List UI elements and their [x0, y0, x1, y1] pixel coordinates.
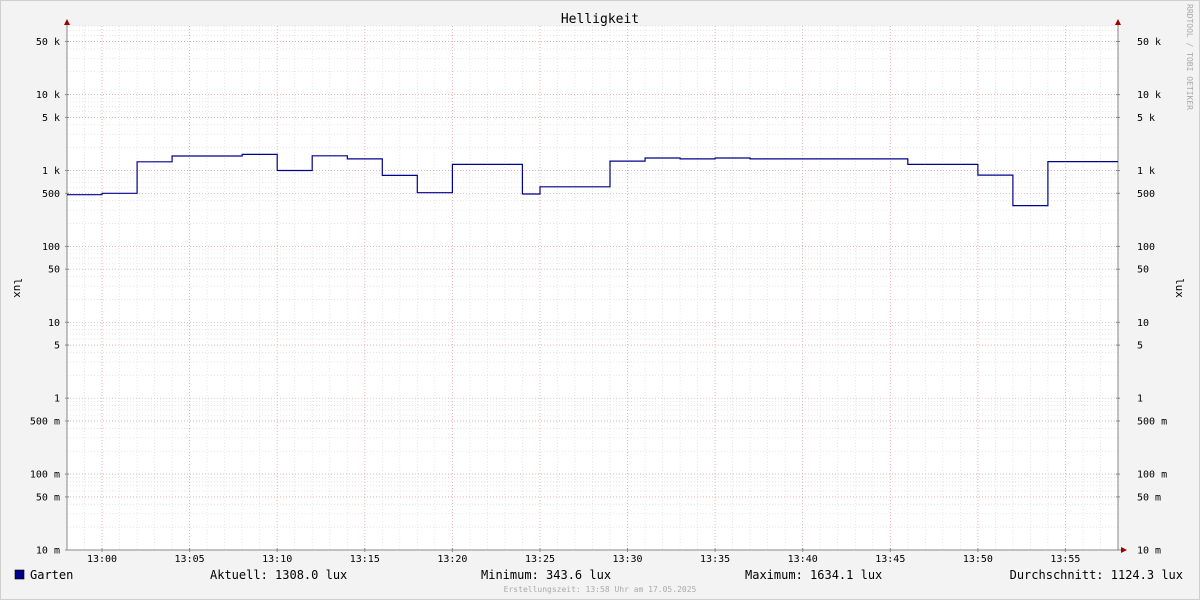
chart-title: Helligkeit	[561, 12, 639, 27]
x-tick-label: 13:45	[875, 554, 905, 565]
x-tick-label: 13:25	[525, 554, 555, 565]
y-tick-label-left: 10 m	[36, 546, 60, 557]
x-tick-label: 13:20	[437, 554, 467, 565]
y-tick-label-left: 500	[42, 189, 60, 200]
y-tick-label-right: 1	[1137, 394, 1143, 405]
y-tick-label-right: 5 k	[1137, 113, 1155, 124]
legend-minimum: Minimum: 343.6 lux	[481, 568, 611, 582]
y-tick-label-left: 500 m	[30, 417, 60, 428]
x-tick-label: 13:55	[1050, 554, 1080, 565]
x-tick-label: 13:35	[700, 554, 730, 565]
y-tick-label-left: 100 m	[30, 470, 60, 481]
legend-average: Durchschnitt: 1124.3 lux	[1010, 568, 1183, 582]
chart-container: Helligkeit lux lux RRDTOOL / TOBI OETIKE…	[0, 0, 1200, 600]
rrdtool-watermark: RRDTOOL / TOBI OETIKER	[1185, 4, 1194, 110]
y-tick-label-right: 50	[1137, 265, 1149, 276]
y-tick-label-left: 100	[42, 242, 60, 253]
brightness-chart: Helligkeit lux lux RRDTOOL / TOBI OETIKE…	[0, 0, 1200, 600]
y-axis-label-right: lux	[1173, 278, 1186, 298]
y-tick-label-right: 100 m	[1137, 470, 1167, 481]
legend-series-name: Garten	[30, 568, 73, 582]
y-tick-label-right: 10 m	[1137, 546, 1161, 557]
legend-swatch-garten	[14, 569, 25, 580]
y-tick-label-left: 10	[48, 318, 60, 329]
legend-maximum: Maximum: 1634.1 lux	[745, 568, 882, 582]
y-tick-label-right: 10 k	[1137, 90, 1161, 101]
y-axis-label-left: lux	[11, 278, 24, 298]
y-tick-label-left: 1	[54, 394, 60, 405]
y-tick-label-left: 5 k	[42, 113, 60, 124]
x-tick-label: 13:05	[175, 554, 205, 565]
creation-time-footer: Erstellungszeit: 13:58 Uhr am 17.05.2025	[504, 585, 697, 594]
y-tick-label-left: 50 k	[36, 37, 60, 48]
x-tick-label: 13:50	[963, 554, 993, 565]
y-tick-label-left: 50 m	[36, 492, 60, 503]
x-tick-label: 13:10	[262, 554, 292, 565]
y-tick-label-right: 100	[1137, 242, 1155, 253]
x-tick-label: 13:00	[87, 554, 117, 565]
y-tick-label-left: 50	[48, 265, 60, 276]
y-tick-label-right: 50 k	[1137, 37, 1161, 48]
y-tick-label-left: 10 k	[36, 90, 60, 101]
x-tick-label: 13:40	[788, 554, 818, 565]
y-tick-label-right: 10	[1137, 318, 1149, 329]
y-tick-label-left: 1 k	[42, 166, 60, 177]
y-tick-label-left: 5	[54, 341, 60, 352]
x-tick-label: 13:30	[612, 554, 642, 565]
y-tick-label-right: 500	[1137, 189, 1155, 200]
x-tick-label: 13:15	[350, 554, 380, 565]
y-tick-label-right: 1 k	[1137, 166, 1155, 177]
legend-current: Aktuell: 1308.0 lux	[210, 568, 347, 582]
y-tick-label-right: 5	[1137, 341, 1143, 352]
y-tick-label-right: 50 m	[1137, 492, 1161, 503]
y-tick-label-right: 500 m	[1137, 417, 1167, 428]
